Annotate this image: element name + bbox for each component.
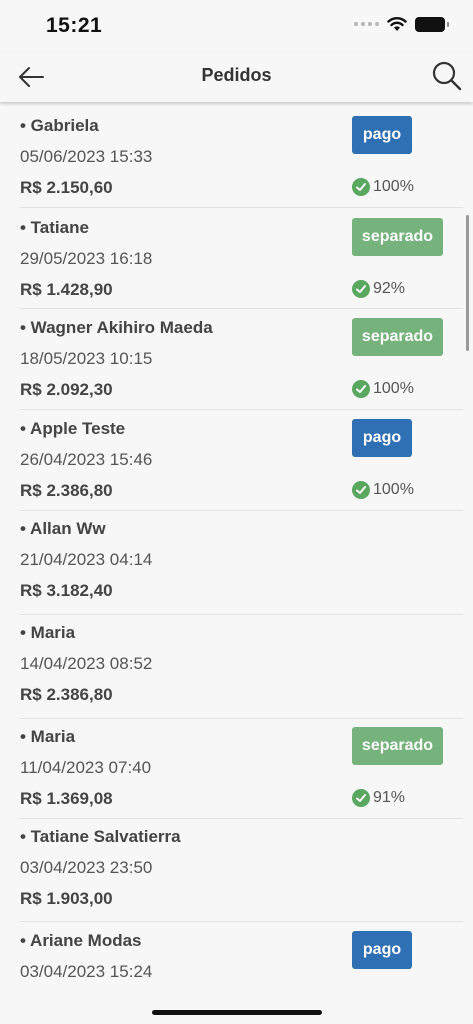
progress-indicator: 100% [352,481,414,499]
check-icon [352,789,370,807]
order-total: R$ 2.150,60 [20,178,113,197]
progress-value: 100% [373,380,414,397]
customer-name: • Tatiane Salvatierra [20,827,181,846]
progress-indicator: 100% [352,178,414,196]
customer-name: • Gabriela [20,116,99,135]
order-list-item[interactable]: • Gabriela 05/06/2023 15:33 R$ 2.150,60 … [0,102,473,208]
customer-name: • Apple Teste [20,419,126,438]
customer-name: • Tatiane [20,218,89,237]
order-total: R$ 1.428,90 [20,280,113,299]
status-badge: pago [352,931,412,969]
status-bar: 15:21 [0,0,473,52]
status-badge: separado [352,218,443,256]
search-icon[interactable] [431,60,463,92]
progress-indicator: 92% [352,280,405,298]
order-total: R$ 2.092,30 [20,380,113,399]
check-icon [352,178,370,196]
customer-name: • Allan Ww [20,519,106,538]
customer-name: • Maria [20,623,76,642]
check-icon [352,280,370,298]
status-badge: separado [352,727,443,765]
progress-value: 100% [373,178,414,195]
status-time: 15:21 [46,14,103,37]
order-date: 14/04/2023 08:52 [20,654,153,673]
order-date: 03/04/2023 23:50 [20,858,153,877]
wifi-icon [387,17,407,31]
nav-bar: Pedidos [0,52,473,102]
status-badge: pago [352,116,412,154]
order-date: 11/04/2023 07:40 [20,758,152,777]
status-badge: pago [352,419,412,457]
status-icons [354,16,449,32]
status-badge: separado [352,318,443,356]
progress-indicator: 91% [352,789,405,807]
scrollbar[interactable] [466,215,469,351]
page-title: Pedidos [201,65,272,85]
order-list-item[interactable]: • Maria 14/04/2023 08:52 R$ 2.386,80 [0,615,473,719]
customer-name: • Ariane Modas [20,931,142,950]
order-total: R$ 2.386,80 [20,685,113,704]
check-icon [352,380,370,398]
order-list-item[interactable]: • Apple Teste 26/04/2023 15:46 R$ 2.386,… [0,410,473,511]
progress-value: 100% [373,481,414,498]
order-date: 03/04/2023 15:24 [20,962,153,981]
order-date: 29/05/2023 16:18 [20,249,153,268]
progress-value: 91% [373,789,406,806]
home-indicator[interactable] [152,1010,322,1015]
order-list-item[interactable]: • Tatiane Salvatierra 03/04/2023 23:50 R… [0,819,473,922]
order-list-item[interactable]: • Ariane Modas 03/04/2023 15:24 pago [0,922,473,1000]
order-list-item[interactable]: • Allan Ww 21/04/2023 04:14 R$ 3.182,40 [0,511,473,615]
order-list-item[interactable]: • Tatiane 29/05/2023 16:18 R$ 1.428,90 s… [0,208,473,309]
order-list-item[interactable]: • Wagner Akihiro Maeda 18/05/2023 10:15 … [0,309,473,410]
cellular-signal-icon [354,22,379,26]
progress-indicator: 100% [352,380,414,398]
order-total: R$ 1.903,00 [20,889,113,908]
order-list: • Gabriela 05/06/2023 15:33 R$ 2.150,60 … [0,102,473,1000]
order-date: 26/04/2023 15:46 [20,450,153,469]
order-total: R$ 2.386,80 [20,481,113,500]
check-icon [352,481,370,499]
customer-name: • Wagner Akihiro Maeda [20,318,213,337]
order-total: R$ 1.369,08 [20,789,113,808]
progress-value: 92% [373,280,406,297]
battery-icon [415,16,449,32]
order-date: 05/06/2023 15:33 [20,147,153,166]
order-list-item[interactable]: • Maria 11/04/2023 07:40 R$ 1.369,08 sep… [0,719,473,819]
order-total: R$ 3.182,40 [20,581,113,600]
order-date: 21/04/2023 04:14 [20,550,153,569]
customer-name: • Maria [20,727,76,746]
order-date: 18/05/2023 10:15 [20,349,153,368]
